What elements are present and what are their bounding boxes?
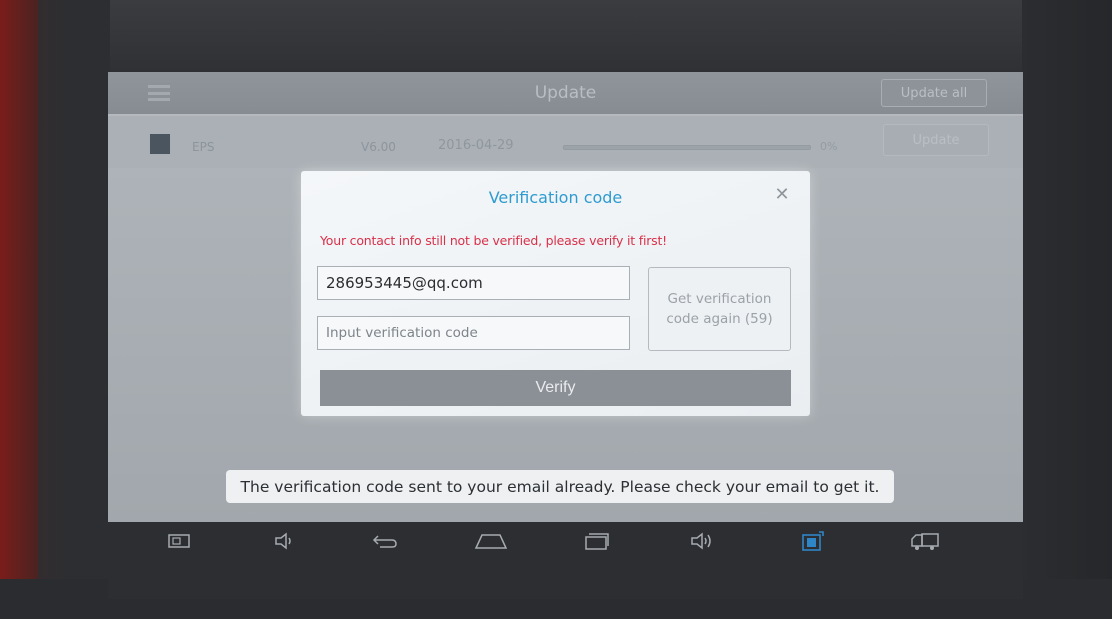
volume-down-icon[interactable] <box>274 528 296 554</box>
verification-dialog: Verification code ✕ Your contact info st… <box>301 171 810 416</box>
photo-scene: Update Update all EPS V6.00 2016-04-29 0… <box>0 0 1112 619</box>
resend-code-button[interactable]: Get verification code again (59) <box>648 267 791 351</box>
module-name: EPS <box>192 140 215 154</box>
dialog-title: Verification code <box>488 188 623 207</box>
device-case-red <box>0 0 38 619</box>
download-percent: 0% <box>820 140 838 153</box>
home-icon[interactable] <box>474 528 508 554</box>
page-title: Update <box>534 83 597 103</box>
toast-message: The verification code sent to your email… <box>226 470 894 503</box>
verification-code-input[interactable] <box>317 316 630 350</box>
close-icon[interactable]: ✕ <box>772 185 792 205</box>
verification-warning: Your contact info still not be verified,… <box>320 233 667 248</box>
screenshot-icon[interactable] <box>168 528 190 554</box>
email-field[interactable] <box>317 266 630 300</box>
update-button[interactable]: Update <box>883 124 989 156</box>
update-all-button[interactable]: Update all <box>881 79 987 107</box>
device-bezel-top <box>0 0 1112 70</box>
module-version: V6.00 <box>361 140 396 154</box>
vci-icon[interactable] <box>801 528 825 554</box>
volume-up-icon[interactable] <box>690 528 718 554</box>
device-bezel-right <box>1022 0 1112 619</box>
system-nav-bar <box>108 522 1023 599</box>
truck-icon[interactable] <box>910 528 940 554</box>
recent-apps-icon[interactable] <box>584 528 610 554</box>
update-list-row: EPS V6.00 2016-04-29 0% Update <box>108 116 1023 168</box>
verify-button[interactable]: Verify <box>320 370 791 406</box>
app-header: Update Update all <box>108 72 1023 114</box>
back-icon[interactable] <box>372 528 398 554</box>
menu-icon[interactable] <box>148 85 170 101</box>
module-date: 2016-04-29 <box>438 138 514 153</box>
download-progress-bar <box>563 145 811 150</box>
device-screen: Update Update all EPS V6.00 2016-04-29 0… <box>108 72 1023 599</box>
module-icon <box>150 134 170 154</box>
